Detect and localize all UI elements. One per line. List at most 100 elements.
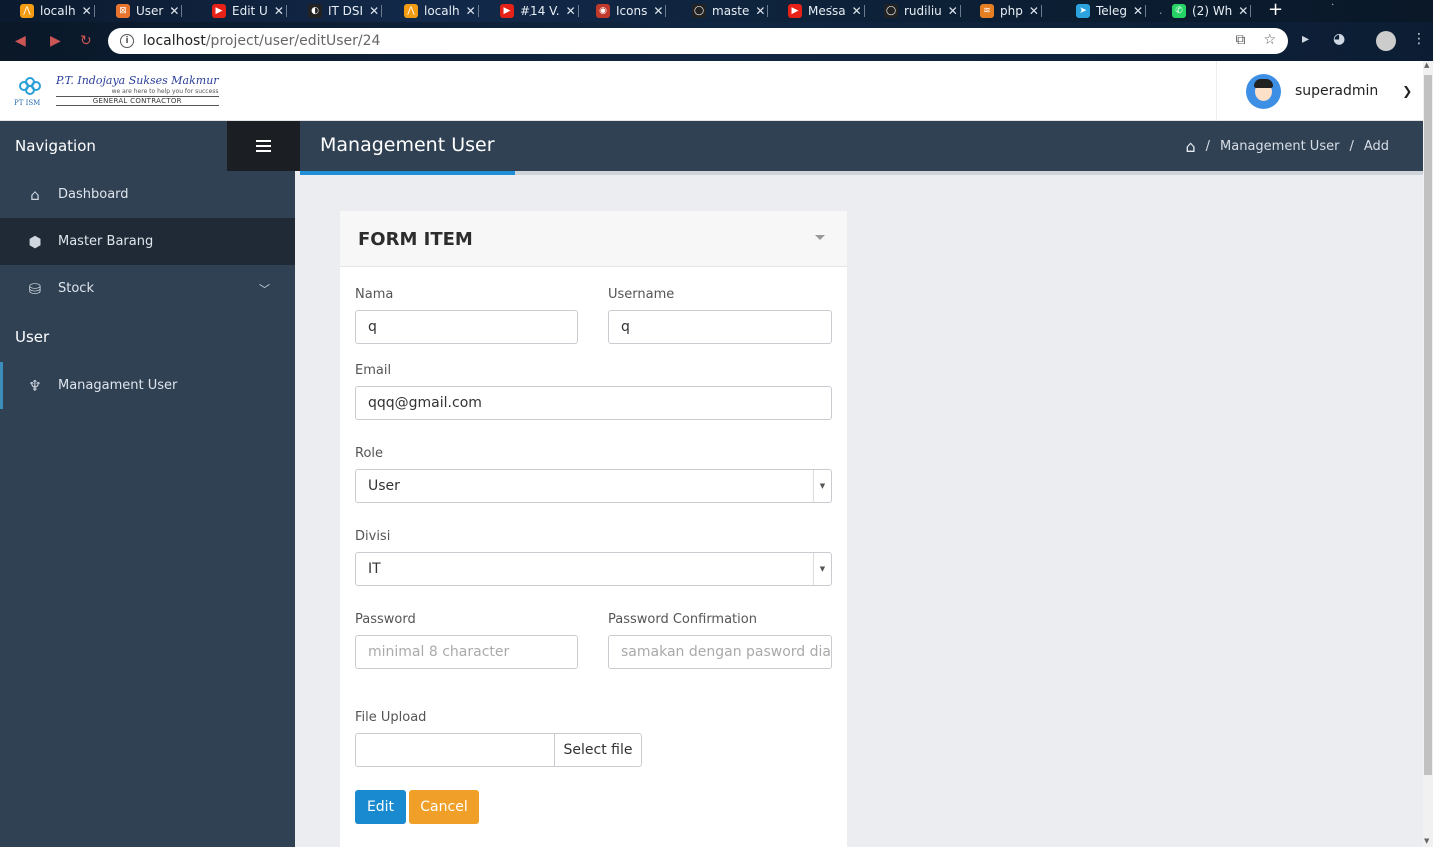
tab-title: Edit U: [232, 4, 268, 18]
browser-tab[interactable]: ⋀ localh ✕: [20, 0, 95, 22]
logo-flower-icon: PT ISM: [14, 71, 46, 109]
browser-tab[interactable]: ◯ rudiliu ✕: [884, 0, 961, 22]
form-card: FORM ITEM Nama q Username q Email qqq@gm…: [340, 211, 847, 847]
scroll-down-arrow-icon[interactable]: ▼: [1424, 837, 1429, 845]
close-icon[interactable]: ✕: [948, 4, 958, 18]
divisi-select[interactable]: IT ▼: [355, 552, 832, 586]
form-title: FORM ITEM: [358, 229, 473, 250]
close-icon[interactable]: ✕: [852, 4, 862, 18]
sidebar-item-label: Stock: [58, 281, 94, 296]
sidebar-item-managament-user[interactable]: ♆ Managament User: [0, 362, 295, 409]
url-host: localhost: [143, 33, 206, 49]
select-arrow-icon[interactable]: ▼: [813, 553, 831, 585]
file-upload-input[interactable]: Select file: [355, 733, 642, 767]
page-title: Management User: [320, 134, 495, 156]
email-input[interactable]: qqq@gmail.com: [355, 386, 832, 420]
select-file-button[interactable]: Select file: [554, 733, 642, 767]
cancel-button[interactable]: Cancel: [409, 790, 479, 824]
close-icon[interactable]: ✕: [653, 4, 663, 18]
url-bar[interactable]: i localhost/project/user/editUser/24 ⧉ ☆: [108, 28, 1288, 54]
close-icon[interactable]: ✕: [1238, 4, 1248, 18]
avatar: [1246, 73, 1281, 109]
close-icon[interactable]: ✕: [1133, 4, 1143, 18]
tab-title: #14 V.: [520, 4, 560, 18]
password-confirmation-input[interactable]: samakan dengan pasword diat: [608, 635, 832, 669]
breadcrumb-item-add: Add: [1363, 139, 1389, 154]
tab-title: IT DSI: [328, 4, 364, 18]
sidebar-item-label: Dashboard: [58, 187, 129, 202]
browser-tab[interactable]: ◐ IT DSI ✕: [308, 0, 383, 22]
back-arrow-icon[interactable]: ◀: [15, 33, 26, 49]
tab-favicon-icon: ◯: [884, 4, 898, 18]
tab-title: Teleg: [1096, 4, 1128, 18]
close-icon[interactable]: ✕: [566, 4, 576, 18]
translate-icon[interactable]: ⧉: [1235, 32, 1245, 48]
home-icon[interactable]: ⌂: [1185, 137, 1195, 156]
scroll-up-arrow-icon[interactable]: ▲: [1424, 61, 1429, 69]
browser-tab[interactable]: ▶ #14 V. ✕: [500, 0, 579, 22]
close-icon[interactable]: ✕: [755, 4, 765, 18]
scrollbar-thumb[interactable]: [1424, 75, 1432, 775]
close-icon[interactable]: ✕: [169, 4, 179, 18]
logo-wordmark: P.T. Indojaya Sukses Makmur we are here …: [56, 74, 219, 106]
forward-arrow-icon[interactable]: ▶: [50, 33, 61, 49]
avatar-hair: [1254, 78, 1273, 88]
close-icon[interactable]: ✕: [369, 4, 379, 18]
company-logo[interactable]: PT ISM P.T. Indojaya Sukses Makmur we ar…: [14, 71, 219, 109]
close-icon[interactable]: ✕: [1029, 4, 1039, 18]
tab-title: localh: [40, 4, 76, 18]
select-arrow-icon[interactable]: ▼: [813, 470, 831, 502]
bookmark-star-icon[interactable]: ☆: [1263, 32, 1276, 48]
edit-button[interactable]: Edit: [355, 790, 406, 824]
info-icon[interactable]: i: [120, 34, 134, 48]
nama-input[interactable]: q: [355, 310, 578, 344]
breadcrumb-item-management-user[interactable]: Management User: [1220, 139, 1339, 154]
page-scrollbar[interactable]: ▲ ▼: [1423, 61, 1433, 847]
browser-tab[interactable]: ▶ Edit U ✕: [212, 0, 287, 22]
tab-favicon-icon: ⊠: [116, 4, 130, 18]
extension-globe-icon[interactable]: ◕: [1333, 31, 1345, 47]
browser-tab[interactable]: ◉ Icons ✕: [596, 0, 667, 22]
email-label: Email: [355, 363, 392, 378]
role-select-value: User: [368, 478, 400, 494]
sidebar-item-master-barang[interactable]: ⬢ Master Barang: [0, 218, 295, 265]
browser-tab[interactable]: ≋ php ✕: [980, 0, 1042, 22]
browser-tab[interactable]: ◯ maste ✕: [692, 0, 769, 22]
username-input[interactable]: q: [608, 310, 832, 344]
tab-title: maste: [712, 4, 750, 18]
reload-icon[interactable]: ↻: [80, 33, 92, 49]
browser-profile-icon[interactable]: [1376, 31, 1396, 51]
tab-separator: [285, 5, 287, 17]
tab-title: php: [1000, 4, 1023, 18]
tab-favicon-icon: ➤: [1076, 4, 1090, 18]
extension-cast-icon[interactable]: ▸: [1302, 31, 1309, 47]
sidebar-toggle-button[interactable]: [227, 121, 300, 171]
sidebar-item-dashboard[interactable]: ⌂ Dashboard: [0, 171, 295, 218]
password-label: Password: [355, 612, 416, 627]
url-path: /project/user/editUser/24: [205, 33, 381, 49]
browser-menu-icon[interactable]: ⋮: [1412, 31, 1426, 47]
password-input[interactable]: minimal 8 character: [355, 635, 578, 669]
tab-favicon-icon: ◐: [308, 4, 322, 18]
tab-favicon-icon: ⋀: [20, 4, 34, 18]
browser-tab[interactable]: ➤ Teleg ✕: [1076, 0, 1147, 22]
close-icon[interactable]: ✕: [274, 4, 284, 18]
tab-separator: [863, 5, 865, 17]
user-menu[interactable]: superadmin ❯: [1216, 61, 1423, 121]
browser-tab[interactable]: ▶ Messa ✕: [788, 0, 865, 22]
chevron-down-icon[interactable]: ❯: [1402, 84, 1412, 98]
chevron-down-icon[interactable]: ﹀: [259, 281, 270, 297]
role-select[interactable]: User ▼: [355, 469, 832, 503]
breadcrumb-separator: /: [1205, 139, 1211, 154]
breadcrumb-separator: /: [1349, 139, 1354, 154]
close-icon[interactable]: ✕: [82, 4, 92, 18]
collapse-caret-icon[interactable]: [815, 235, 825, 240]
sidebar-item-stock[interactable]: ⛁ Stock ﹀: [0, 265, 295, 312]
browser-tab[interactable]: ⋀ localh ✕: [404, 0, 479, 22]
close-icon[interactable]: ✕: [466, 4, 476, 18]
tab-separator: [665, 5, 667, 17]
sidebar-group-user: User: [15, 328, 50, 346]
new-tab-button[interactable]: +: [1268, 0, 1283, 20]
browser-tab[interactable]: ✆ (2) Wh ✕: [1172, 0, 1252, 22]
browser-tab[interactable]: ⊠ User ✕: [116, 0, 183, 22]
